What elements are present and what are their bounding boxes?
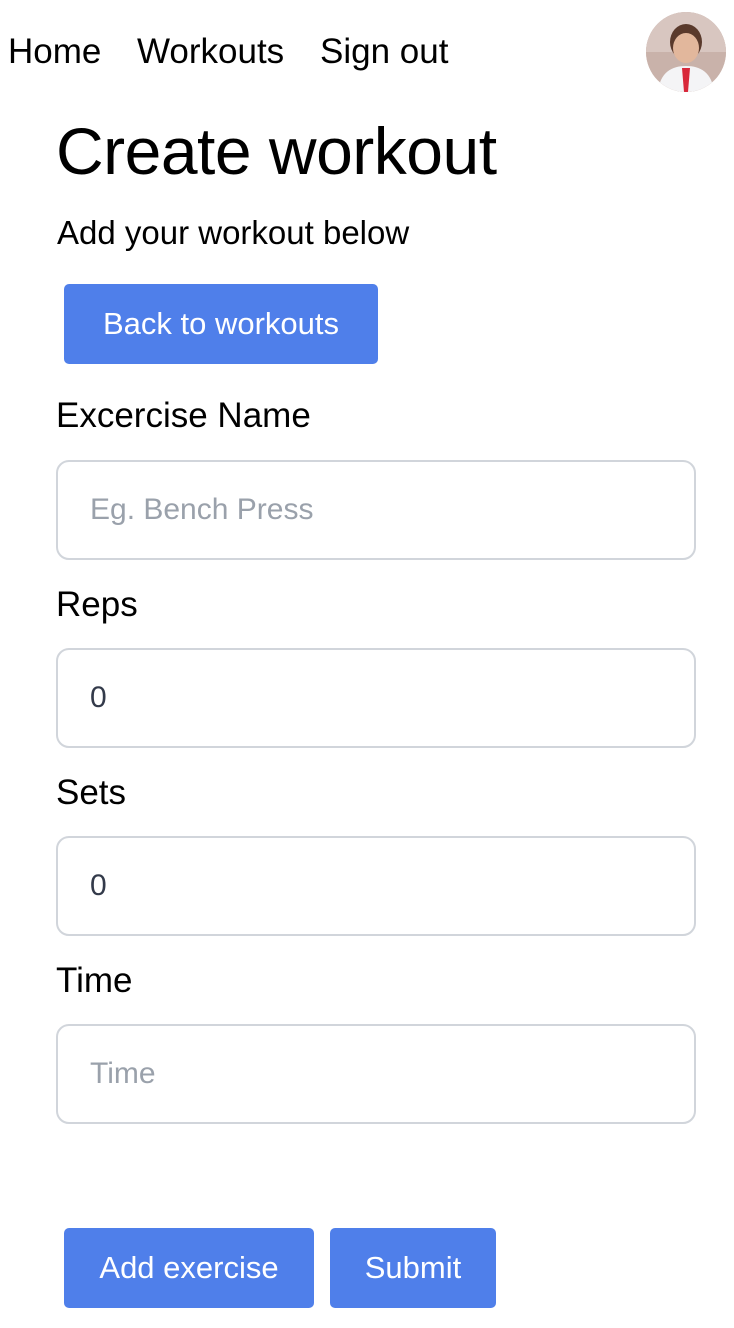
nav-link-sign-out[interactable]: Sign out xyxy=(320,30,448,74)
add-exercise-button[interactable]: Add exercise xyxy=(64,1228,314,1308)
page: Home Workouts Sign out Create workout Ad… xyxy=(0,0,734,1328)
sets-input[interactable] xyxy=(56,836,696,936)
back-to-workouts-button[interactable]: Back to workouts xyxy=(64,284,378,364)
submit-button[interactable]: Submit xyxy=(330,1228,496,1308)
exercise-name-label: Excercise Name xyxy=(56,396,311,435)
nav-link-home[interactable]: Home xyxy=(8,30,101,74)
time-label: Time xyxy=(56,961,133,1000)
nav-link-workouts[interactable]: Workouts xyxy=(137,30,284,74)
page-subtitle: Add your workout below xyxy=(57,214,410,251)
page-title: Create workout xyxy=(56,114,497,188)
avatar[interactable] xyxy=(646,12,726,92)
reps-label: Reps xyxy=(56,585,138,624)
time-input[interactable] xyxy=(56,1024,696,1124)
reps-input[interactable] xyxy=(56,648,696,748)
sets-label: Sets xyxy=(56,773,127,812)
user-avatar-icon xyxy=(646,12,726,92)
exercise-name-input[interactable] xyxy=(56,460,696,560)
